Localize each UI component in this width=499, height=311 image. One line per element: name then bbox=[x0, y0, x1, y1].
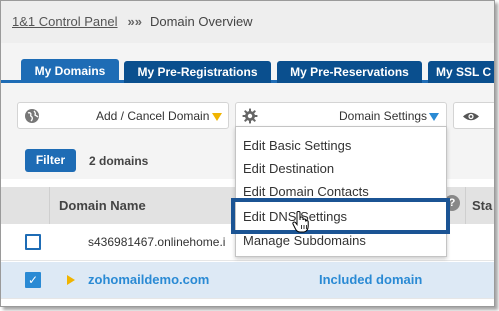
gear-icon bbox=[242, 108, 258, 124]
hand-cursor-icon bbox=[292, 211, 309, 233]
breadcrumb-separator: »» bbox=[127, 14, 142, 29]
tab-my-pre-registrations[interactable]: My Pre-Registrations bbox=[124, 61, 271, 83]
control-panel-window: 1&1 Control Panel »» Domain Overview My Do… bbox=[0, 0, 495, 307]
table-row: ✓ zohomaildemo.com Included domain bbox=[1, 262, 494, 299]
domain-settings-dropdown[interactable]: Domain Settings bbox=[235, 102, 447, 129]
chevron-down-icon bbox=[212, 113, 222, 121]
domain-name-link[interactable]: zohomaildemo.com bbox=[88, 272, 209, 287]
view-options-button[interactable] bbox=[453, 102, 494, 129]
tab-my-domains[interactable]: My Domains bbox=[21, 59, 119, 83]
domain-usage-link[interactable]: Included domain bbox=[319, 272, 422, 287]
menu-item-edit-domain-contacts[interactable]: Edit Domain Contacts bbox=[243, 184, 369, 199]
add-cancel-domain-button[interactable]: Add / Cancel Domain bbox=[17, 102, 229, 129]
menu-item-manage-subdomains[interactable]: Manage Subdomains bbox=[243, 233, 366, 248]
breadcrumb-root-link[interactable]: 1&1 Control Panel bbox=[12, 14, 118, 29]
eye-icon bbox=[463, 112, 479, 121]
breadcrumb: 1&1 Control Panel »» Domain Overview bbox=[12, 14, 253, 29]
breadcrumb-bar: 1&1 Control Panel »» Domain Overview bbox=[1, 1, 494, 43]
row-checkbox[interactable]: ✓ bbox=[25, 272, 41, 288]
domain-name-cell[interactable]: s436981467.onlinehome.i bbox=[88, 235, 225, 249]
domain-settings-label: Domain Settings bbox=[339, 109, 428, 123]
column-header-domain-name[interactable]: Domain Name bbox=[59, 198, 146, 213]
row-checkbox[interactable] bbox=[25, 234, 41, 250]
column-header-status[interactable]: Sta bbox=[472, 198, 492, 213]
add-cancel-domain-label: Add / Cancel Domain bbox=[96, 109, 210, 123]
tab-my-pre-reservations[interactable]: My Pre-Reservations bbox=[277, 61, 422, 83]
breadcrumb-current: Domain Overview bbox=[149, 14, 253, 29]
tab-my-ssl-certificates[interactable]: My SSL C bbox=[428, 61, 494, 83]
column-divider bbox=[49, 187, 50, 224]
domain-count: 2 domains bbox=[89, 154, 149, 168]
filter-button[interactable]: Filter bbox=[25, 149, 76, 172]
chevron-down-icon bbox=[429, 113, 439, 121]
tab-bar: My Domains My Pre-Registrations My Pre-R… bbox=[1, 43, 494, 83]
globe-icon bbox=[25, 109, 39, 123]
menu-item-edit-destination[interactable]: Edit Destination bbox=[243, 161, 334, 176]
menu-item-edit-basic-settings[interactable]: Edit Basic Settings bbox=[243, 138, 351, 153]
highlight-box bbox=[231, 198, 450, 234]
column-divider bbox=[465, 187, 466, 224]
expand-arrow-icon[interactable] bbox=[67, 275, 75, 285]
domain-settings-menu: Edit Basic Settings Edit Destination Edi… bbox=[235, 126, 447, 257]
